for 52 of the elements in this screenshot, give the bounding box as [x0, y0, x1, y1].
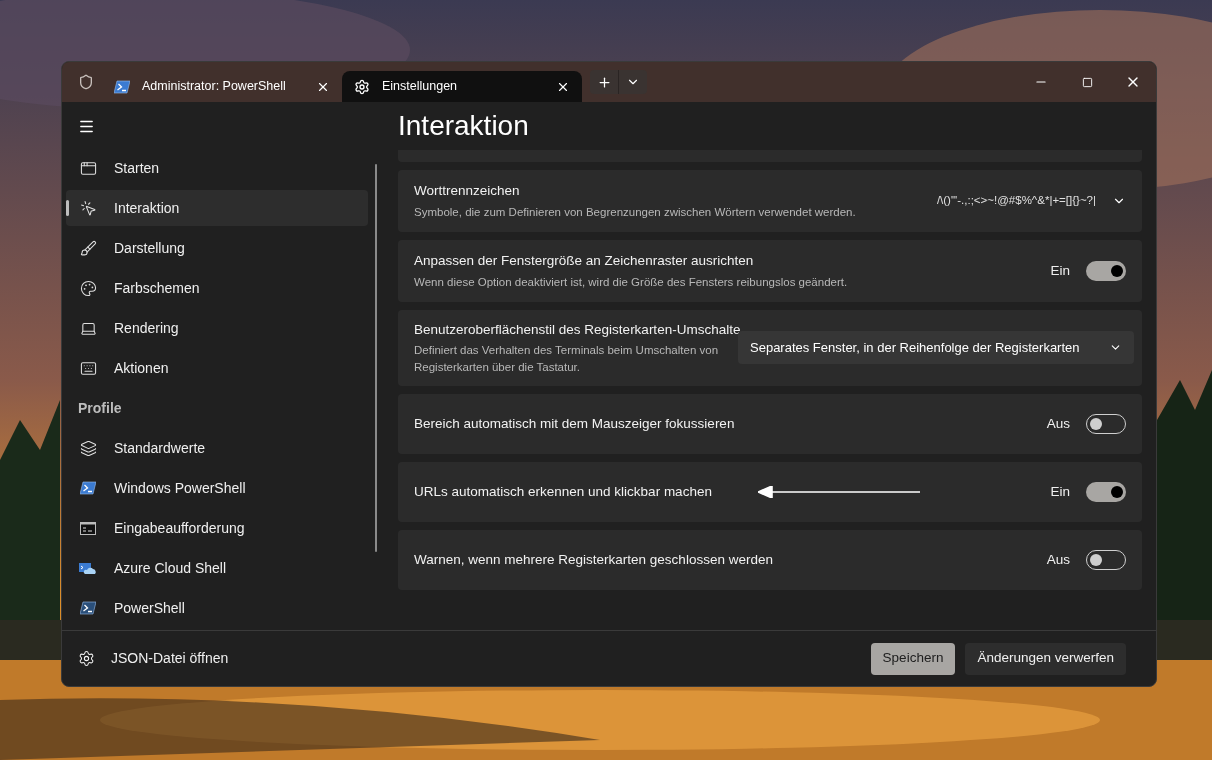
toggle-switch[interactable]	[1086, 261, 1126, 281]
pointer-icon	[79, 199, 97, 217]
nav-item[interactable]: Azure Cloud Shell	[66, 550, 368, 586]
open-json-link[interactable]: JSON-Datei öffnen	[66, 648, 241, 669]
dropdown[interactable]: Separates Fenster, in der Reihenfolge der Registerkarten	[738, 331, 1134, 364]
terminal-icon	[80, 481, 96, 495]
setting-title: Benutzeroberflächenstil des Registerkarten-Umschalte	[414, 320, 741, 339]
console-icon	[80, 521, 96, 535]
nav-item[interactable]: Windows PowerShell	[66, 470, 368, 506]
setting-title: Warnen, wenn mehrere Registerkarten geschlossen werden	[414, 550, 773, 569]
tab[interactable]: Administrator: PowerShell	[102, 71, 342, 102]
toggle-switch[interactable]	[1086, 482, 1126, 502]
setting-title: URLs automatisch erkennen und klickbar machen	[414, 482, 712, 501]
setting-description: Wenn diese Option deaktiviert ist, wird die Größe des Fensters reibungslos geändert.	[414, 274, 849, 290]
setting-description: Definiert das Verhalten des Terminals beim Umschalten von Registerkarten über die Tastatur.	[414, 342, 720, 376]
layers-icon	[79, 439, 97, 457]
nav-item[interactable]: Standardwerte	[66, 430, 368, 466]
maximize-icon	[1081, 76, 1093, 88]
cloud-terminal-icon	[79, 561, 97, 575]
keyboard-icon	[79, 359, 97, 377]
page-title: Interaktion	[398, 109, 530, 143]
discard-button[interactable]: Änderungen verwerfen	[965, 642, 1126, 675]
plus-icon	[596, 74, 612, 90]
section-label: Profile	[77, 398, 123, 418]
toggle-state: Aus	[1046, 550, 1070, 569]
setting-title: Anpassen der Fenstergröße an Zeichenraster ausrichten	[414, 252, 754, 271]
setting-title: Bereich automatisch mit dem Mauszeiger fokussieren	[414, 414, 735, 433]
setting-title: Worttrennzeichen	[414, 182, 520, 201]
shield-icon	[78, 74, 94, 90]
nav-item[interactable]: Aktionen	[66, 350, 368, 386]
toggle-state: Ein	[1050, 261, 1070, 280]
settings-icon	[78, 650, 95, 667]
selection-indicator	[66, 200, 69, 216]
nav-item[interactable]: Darstellung	[66, 230, 368, 266]
terminal-icon	[114, 79, 130, 94]
brush-icon	[79, 239, 97, 257]
nav-item[interactable]: Eingabeaufforderung	[66, 510, 368, 546]
nav-item[interactable]: Starten	[66, 150, 368, 186]
nav-item[interactable]: Rendering	[66, 310, 368, 346]
nav-item[interactable]: Interaktion	[66, 190, 368, 226]
nav-item[interactable]: Farbschemen	[66, 270, 368, 306]
toggle-state: Ein	[1050, 482, 1070, 501]
save-button[interactable]: Speichern	[870, 642, 956, 675]
toggle-state: Aus	[1046, 414, 1070, 433]
nav-item[interactable]: PowerShell	[66, 590, 368, 626]
setting-description: Symbole, die zum Definieren von Begrenzungen zwischen Wörtern verwendet werden.	[414, 204, 857, 220]
settings-icon	[354, 78, 370, 95]
setting-value: /\()"'-.,:;<>~!@#$%^&*|+=[]{}~?|	[936, 193, 1096, 209]
palette-icon	[79, 279, 97, 297]
terminal-icon	[80, 601, 96, 615]
window-icon	[79, 159, 97, 177]
tab[interactable]: Einstellungen	[342, 71, 582, 102]
